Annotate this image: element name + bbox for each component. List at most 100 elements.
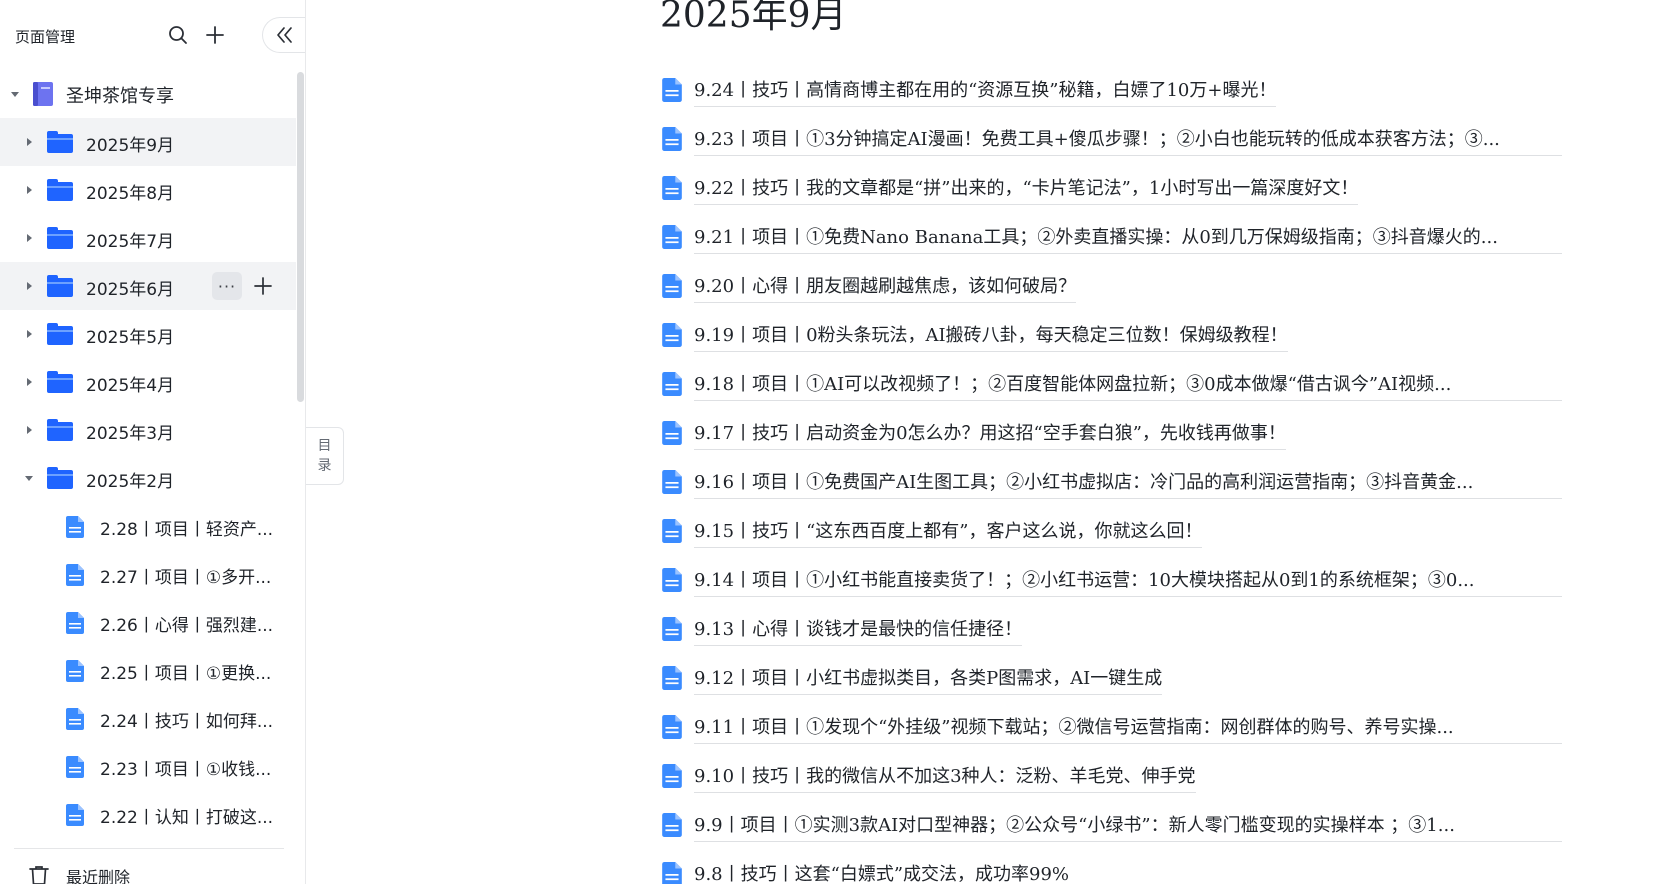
recent-delete-item[interactable]: 最近删除	[0, 862, 296, 884]
doc-link[interactable]: 9.24丨技巧丨高情商博主都在用的“资源互换”秘籍，白嫖了10万+曝光！	[694, 76, 1277, 107]
doc-icon	[662, 323, 682, 351]
tree-item-2025-08[interactable]: 2025年8月	[0, 166, 296, 214]
recent-delete-label: 最近删除	[66, 868, 131, 884]
more-options-button[interactable]: ···	[212, 272, 242, 300]
doc-link[interactable]: 9.18丨项目丨①AI可以改视频了！；②百度智能体网盘拉新；③0成本做爆“借古讽…	[694, 370, 1562, 401]
doc-link[interactable]: 9.17丨技巧丨启动资金为0怎么办？用这招“空手套白狼”，先收钱再做事！	[694, 419, 1286, 450]
doc-link[interactable]: 9.23丨项目丨①3分钟搞定AI漫画！免费工具+傻瓜步骤！；②小白也能玩转的低成…	[694, 125, 1562, 156]
doc-list-item[interactable]: 9.14丨项目丨①小红书能直接卖货了！；②小红书运营：10大模块搭起从0到1的系…	[662, 558, 1562, 607]
main-content: 2025年9月 9.24丨技巧丨高情商博主都在用的“资源互换”秘籍，白嫖了10万…	[344, 0, 1674, 884]
doc-list-item[interactable]: 9.24丨技巧丨高情商博主都在用的“资源互换”秘籍，白嫖了10万+曝光！	[662, 68, 1562, 117]
doc-list-item[interactable]: 9.11丨项目丨①发现个“外挂级”视频下载站；②微信号运营指南：网创群体的购号、…	[662, 705, 1562, 754]
tree-item-label: 2025年2月	[86, 472, 175, 492]
double-chevron-left-icon	[276, 27, 292, 43]
tree-item-2025-03[interactable]: 2025年3月	[0, 406, 296, 454]
doc-icon	[662, 274, 682, 302]
doc-icon	[66, 516, 84, 538]
doc-list-item[interactable]: 9.9丨项目丨①实测3款AI对口型神器；②公众号“小绿书”：新人零门槛变现的实操…	[662, 803, 1562, 852]
doc-icon	[66, 612, 84, 634]
doc-icon	[662, 764, 682, 792]
doc-icon	[662, 813, 682, 841]
sidebar-title: 页面管理	[15, 28, 76, 46]
doc-icon	[662, 519, 682, 547]
tree-item-label: 2025年8月	[86, 184, 175, 204]
doc-link[interactable]: 9.16丨项目丨①免费国产AI生图工具；②小红书虚拟店：冷门品的高利润运营指南；…	[694, 468, 1562, 499]
page-tree: 圣坤茶馆专享 2025年9月 2025年8月 2025年7月 2025年6月 ·…	[0, 70, 296, 838]
doc-icon	[662, 617, 682, 645]
doc-link[interactable]: 9.8丨技巧丨这套“白嫖式”成交法，成功率99%	[694, 860, 1069, 884]
doc-icon	[662, 862, 682, 884]
doc-list-item[interactable]: 9.22丨技巧丨我的文章都是“拼”出来的，“卡片笔记法”，1小时写出一篇深度好文…	[662, 166, 1562, 215]
tree-item-label: 2025年9月	[86, 136, 175, 156]
add-page-icon[interactable]	[201, 21, 229, 49]
tree-doc-item[interactable]: 2.28丨项目丨轻资产...	[0, 502, 296, 550]
doc-list-item[interactable]: 9.15丨技巧丨“这东西百度上都有”，客户这么说，你就这么回！	[662, 509, 1562, 558]
tree-item-2025-05[interactable]: 2025年5月	[0, 310, 296, 358]
doc-list: 9.24丨技巧丨高情商博主都在用的“资源互换”秘籍，白嫖了10万+曝光！ 9.23…	[662, 68, 1562, 884]
search-icon[interactable]	[164, 21, 192, 49]
toc-toggle-button[interactable]: 目 录	[306, 427, 344, 485]
doc-link[interactable]: 9.12丨项目丨小红书虚拟类目，各类P图需求，AI一键生成	[694, 664, 1163, 695]
doc-list-item[interactable]: 9.10丨技巧丨我的微信从不加这3种人：泛粉、羊毛党、伸手党	[662, 754, 1562, 803]
doc-list-item[interactable]: 9.21丨项目丨①免费Nano Banana工具；②外卖直播实操：从0到几万保姆…	[662, 215, 1562, 264]
caret-right-icon[interactable]	[23, 328, 35, 340]
tree-doc-item[interactable]: 2.22丨认知丨打破这...	[0, 790, 296, 838]
caret-right-icon[interactable]	[23, 376, 35, 388]
caret-down-icon[interactable]	[9, 88, 21, 100]
doc-list-item[interactable]: 9.20丨心得丨朋友圈越刷越焦虑，该如何破局？	[662, 264, 1562, 313]
doc-list-item[interactable]: 9.13丨心得丨谈钱才是最快的信任捷径！	[662, 607, 1562, 656]
doc-list-item[interactable]: 9.8丨技巧丨这套“白嫖式”成交法，成功率99%	[662, 852, 1562, 884]
book-icon	[32, 81, 54, 107]
doc-icon	[66, 804, 84, 826]
doc-link[interactable]: 9.10丨技巧丨我的微信从不加这3种人：泛粉、羊毛党、伸手党	[694, 762, 1196, 793]
doc-list-item[interactable]: 9.18丨项目丨①AI可以改视频了！；②百度智能体网盘拉新；③0成本做爆“借古讽…	[662, 362, 1562, 411]
doc-icon	[662, 470, 682, 498]
tree-item-label: 2025年6月	[86, 280, 175, 300]
doc-icon	[66, 660, 84, 682]
doc-list-item[interactable]: 9.17丨技巧丨启动资金为0怎么办？用这招“空手套白狼”，先收钱再做事！	[662, 411, 1562, 460]
tree-item-label: 2.27丨项目丨①多开...	[100, 568, 272, 588]
tree-item-label: 圣坤茶馆专享	[66, 86, 174, 107]
doc-link[interactable]: 9.19丨项目丨0粉头条玩法，AI搬砖八卦，每天稳定三位数！保姆级教程！	[694, 321, 1288, 352]
caret-right-icon[interactable]	[23, 280, 35, 292]
tree-item-2025-02[interactable]: 2025年2月	[0, 454, 296, 502]
doc-icon	[66, 756, 84, 778]
caret-right-icon[interactable]	[23, 184, 35, 196]
doc-link[interactable]: 9.22丨技巧丨我的文章都是“拼”出来的，“卡片笔记法”，1小时写出一篇深度好文…	[694, 174, 1359, 205]
doc-link[interactable]: 9.20丨心得丨朋友圈越刷越焦虑，该如何破局？	[694, 272, 1077, 303]
doc-link[interactable]: 9.14丨项目丨①小红书能直接卖货了！；②小红书运营：10大模块搭起从0到1的系…	[694, 566, 1562, 597]
add-child-page-icon[interactable]	[250, 272, 276, 300]
caret-down-icon[interactable]	[23, 472, 35, 484]
folder-icon	[47, 371, 73, 393]
doc-list-item[interactable]: 9.16丨项目丨①免费国产AI生图工具；②小红书虚拟店：冷门品的高利润运营指南；…	[662, 460, 1562, 509]
doc-list-item[interactable]: 9.19丨项目丨0粉头条玩法，AI搬砖八卦，每天稳定三位数！保姆级教程！	[662, 313, 1562, 362]
tree-item-label: 2.26丨心得丨强烈建...	[100, 616, 274, 636]
doc-icon	[662, 568, 682, 596]
doc-icon	[66, 564, 84, 586]
doc-link[interactable]: 9.13丨心得丨谈钱才是最快的信任捷径！	[694, 615, 1023, 646]
doc-link[interactable]: 9.15丨技巧丨“这东西百度上都有”，客户这么说，你就这么回！	[694, 517, 1203, 548]
tree-item-root[interactable]: 圣坤茶馆专享	[0, 70, 296, 118]
tree-item-2025-06[interactable]: 2025年6月 ···	[0, 262, 296, 310]
tree-item-2025-04[interactable]: 2025年4月	[0, 358, 296, 406]
tree-doc-item[interactable]: 2.23丨项目丨①收钱...	[0, 742, 296, 790]
tree-item-label: 2025年3月	[86, 424, 175, 444]
tree-item-2025-09[interactable]: 2025年9月	[0, 118, 296, 166]
tree-doc-item[interactable]: 2.24丨技巧丨如何拜...	[0, 694, 296, 742]
tree-doc-item[interactable]: 2.26丨心得丨强烈建...	[0, 598, 296, 646]
sidebar-scrollbar[interactable]	[297, 72, 304, 402]
doc-icon	[662, 78, 682, 106]
doc-icon	[662, 666, 682, 694]
tree-doc-item[interactable]: 2.25丨项目丨①更换...	[0, 646, 296, 694]
doc-list-item[interactable]: 9.23丨项目丨①3分钟搞定AI漫画！免费工具+傻瓜步骤！；②小白也能玩转的低成…	[662, 117, 1562, 166]
tree-item-2025-07[interactable]: 2025年7月	[0, 214, 296, 262]
doc-link[interactable]: 9.11丨项目丨①发现个“外挂级”视频下载站；②微信号运营指南：网创群体的购号、…	[694, 713, 1562, 744]
doc-link[interactable]: 9.21丨项目丨①免费Nano Banana工具；②外卖直播实操：从0到几万保姆…	[694, 223, 1562, 254]
caret-right-icon[interactable]	[23, 232, 35, 244]
doc-list-item[interactable]: 9.12丨项目丨小红书虚拟类目，各类P图需求，AI一键生成	[662, 656, 1562, 705]
collapse-sidebar-button[interactable]	[262, 17, 305, 53]
caret-right-icon[interactable]	[23, 424, 35, 436]
caret-right-icon[interactable]	[23, 136, 35, 148]
doc-link[interactable]: 9.9丨项目丨①实测3款AI对口型神器；②公众号“小绿书”：新人零门槛变现的实操…	[694, 811, 1562, 842]
tree-doc-item[interactable]: 2.27丨项目丨①多开...	[0, 550, 296, 598]
